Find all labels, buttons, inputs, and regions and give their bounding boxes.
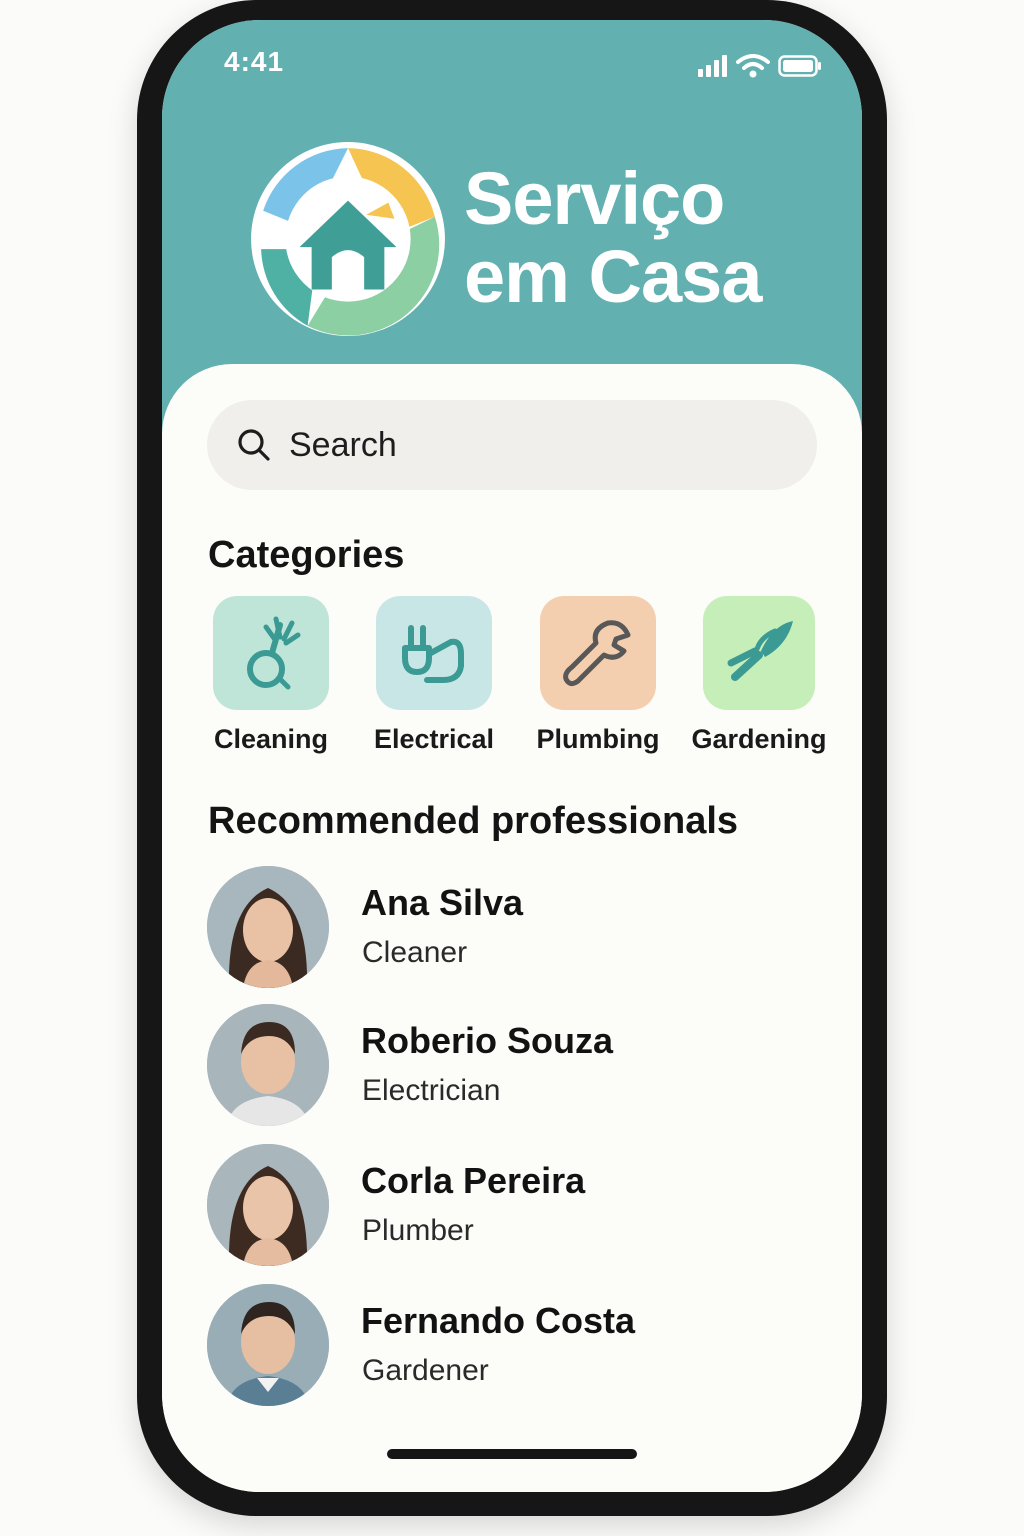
female-avatar-icon	[207, 866, 329, 988]
avatar	[207, 1004, 329, 1126]
brand-line-2: em Casa	[464, 235, 762, 318]
avatar	[207, 1284, 329, 1406]
broom-icon	[247, 616, 301, 690]
signal-icon	[698, 55, 727, 77]
battery-icon	[778, 55, 821, 77]
category-gardening[interactable]: Gardening	[684, 596, 834, 755]
male-avatar-icon	[207, 1284, 329, 1406]
app-screen: 4:41 Serviço em Casa Search Categories C…	[162, 20, 862, 1492]
plug-icon	[402, 625, 464, 683]
categories-list: Cleaning Electrical Plumbing Gardening	[208, 596, 848, 776]
category-tile[interactable]	[703, 596, 815, 710]
category-tile[interactable]	[376, 596, 492, 710]
professional-name: Fernando Costa	[361, 1300, 636, 1341]
recommended-heading: Recommended professionals	[208, 800, 739, 842]
brand-line-1: Serviço	[464, 157, 725, 240]
professional-item[interactable]: Fernando Costa Gardener	[207, 1284, 807, 1406]
category-label: Electrical	[373, 724, 495, 754]
category-electrical[interactable]: Electrical	[359, 596, 509, 755]
professional-item[interactable]: Corla Pereira Plumber	[207, 1144, 807, 1266]
status-icons	[698, 53, 822, 79]
search-bar[interactable]	[207, 400, 817, 490]
search-input[interactable]	[289, 425, 789, 465]
avatar	[207, 1144, 329, 1266]
wrench-icon	[563, 620, 631, 687]
home-indicator[interactable]	[387, 1449, 637, 1459]
category-label: Gardening	[691, 724, 827, 754]
avatar	[207, 866, 329, 988]
main-content: Categories Cleaning	[162, 364, 862, 1492]
status-time: 4:41	[224, 46, 285, 77]
professional-item[interactable]: Ana Silva Cleaner	[207, 866, 807, 988]
serviço-em-casa-logo-icon	[251, 142, 445, 336]
pruning-shears-icon	[727, 621, 793, 681]
professional-item[interactable]: Roberio Souza Electrician	[207, 1004, 807, 1126]
category-label: Cleaning	[213, 724, 328, 754]
category-label: Plumbing	[536, 724, 660, 754]
professional-name: Ana Silva	[361, 882, 524, 923]
professional-role: Cleaner	[362, 936, 468, 969]
category-tile[interactable]	[540, 596, 656, 710]
professional-role: Plumber	[362, 1214, 474, 1247]
female-avatar-icon	[207, 1144, 329, 1266]
professional-role: Gardener	[362, 1354, 489, 1387]
professional-name: Roberio Souza	[361, 1020, 614, 1061]
app-brand-name: Serviço em Casa	[464, 157, 762, 318]
professional-name: Corla Pereira	[361, 1160, 586, 1201]
category-plumbing[interactable]: Plumbing	[523, 596, 673, 755]
categories-heading: Categories	[208, 534, 405, 576]
search-icon[interactable]	[237, 428, 271, 462]
status-bar: 4:41	[162, 20, 862, 110]
phone-frame: 4:41 Serviço em Casa Search Categories C…	[137, 0, 887, 1516]
category-cleaning[interactable]: Cleaning	[196, 596, 346, 755]
male-avatar-icon	[207, 1004, 329, 1126]
professional-role: Electrician	[362, 1074, 501, 1107]
wifi-icon	[736, 54, 770, 78]
category-tile[interactable]	[213, 596, 329, 710]
